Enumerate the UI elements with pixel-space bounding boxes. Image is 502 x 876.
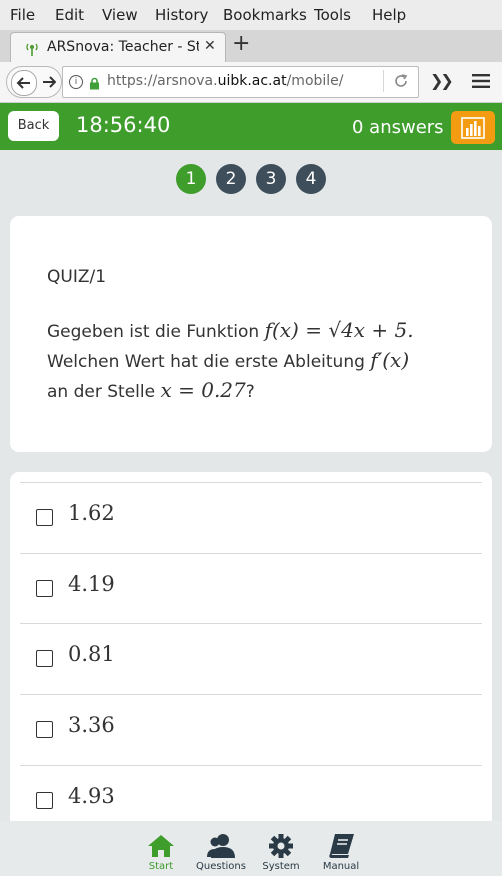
url-text: https://arsnova.uibk.ac.at/mobile/ [107,73,344,89]
question-text: Gegeben ist die Funktion f(x) = √4x + 5.… [47,316,467,406]
answer-option[interactable]: 1.62 [20,483,482,553]
answer-option[interactable]: 4.19 [20,554,482,624]
close-icon[interactable]: ✕ [204,38,216,54]
antenna-icon [25,41,39,56]
tab-title: ARSnova: Teacher - Start [47,39,199,55]
users-icon [207,834,235,858]
url-suffix: /mobile/ [286,73,344,89]
back-button[interactable]: Back [8,111,59,141]
checkbox[interactable] [36,650,53,667]
question-text-part: Gegeben ist die Funktion [47,322,260,342]
url-prefix: https://arsnova. [107,73,218,89]
checkbox[interactable] [36,509,53,526]
menu-view[interactable]: View [102,6,138,24]
derivative-formula: f′(x) [370,348,410,372]
new-tab-icon[interactable]: + [232,33,250,55]
answer-label: 0.81 [68,642,115,666]
app-header: Back 18:56:40 0 answers [0,103,502,150]
bottom-tab-bar: Start Questions System Manual [0,821,502,876]
browser-tab[interactable]: ARSnova: Teacher - Start ✕ [10,32,226,63]
tab-label: System [262,861,300,872]
url-domain: uibk.ac.at [217,73,287,89]
browser-menubar: File Edit View History Bookmarks Tools H… [0,0,502,30]
home-icon [148,835,174,857]
menu-help[interactable]: Help [372,6,406,24]
back-arrow-icon[interactable] [11,70,37,96]
hamburger-menu-icon[interactable] [472,73,490,92]
function-formula: f(x) = √4x + 5. [264,318,414,342]
reload-icon[interactable] [393,73,409,93]
menu-edit[interactable]: Edit [55,6,84,24]
clock-display: 18:56:40 [76,113,171,137]
menu-history[interactable]: History [155,6,208,24]
page-3-button[interactable]: 3 [256,164,286,194]
url-bar[interactable]: i https://arsnova.uibk.ac.at/mobile/ [62,66,419,98]
tab-start[interactable]: Start [131,833,191,872]
page-4-button[interactable]: 4 [296,164,326,194]
navigation-bar: i https://arsnova.uibk.ac.at/mobile/ ❯❯ [0,62,502,103]
point-formula: x = 0.27 [160,378,246,402]
menu-file[interactable]: File [10,6,35,24]
question-label: QUIZ/1 [47,267,107,287]
checkbox[interactable] [36,792,53,809]
tab-label: Manual [322,861,360,872]
answer-label: 4.93 [68,784,115,808]
checkbox[interactable] [36,580,53,597]
bar-chart-icon [461,117,485,139]
page-1-button[interactable]: 1 [176,164,206,194]
menu-tools[interactable]: Tools [314,6,351,24]
question-mark: ? [245,382,255,402]
question-text-part: an der Stelle [47,382,156,402]
forward-arrow-icon[interactable] [38,70,58,94]
page-2-button[interactable]: 2 [216,164,246,194]
tab-manual[interactable]: Manual [311,833,371,872]
answer-option[interactable]: 0.81 [20,624,482,694]
menu-bookmarks[interactable]: Bookmarks [223,6,307,24]
tab-strip: ARSnova: Teacher - Start ✕ + [0,30,502,63]
statistics-button[interactable] [451,111,495,144]
tab-label: Start [148,861,174,872]
answer-label: 3.36 [68,713,115,737]
book-icon [329,834,354,858]
info-icon[interactable]: i [69,75,83,89]
answer-label: 1.62 [68,501,115,525]
tab-system[interactable]: System [251,833,311,872]
question-text-part: Welchen Wert hat die erste Ableitung [47,352,365,372]
question-card: QUIZ/1 Gegeben ist die Funktion f(x) = √… [10,216,492,452]
tab-label: Questions [196,861,246,872]
tab-questions[interactable]: Questions [191,833,251,872]
checkbox[interactable] [36,721,53,738]
answer-count: 0 answers [352,117,444,138]
overflow-chevron-icon[interactable]: ❯❯ [430,71,454,90]
answer-label: 4.19 [68,572,115,596]
history-buttons [6,66,62,98]
gear-icon [269,834,293,858]
lock-icon [89,75,100,94]
url-divider [383,70,384,92]
answers-card: 1.62 4.19 0.81 3.36 4.93 [10,472,492,832]
answer-option[interactable]: 3.36 [20,695,482,765]
